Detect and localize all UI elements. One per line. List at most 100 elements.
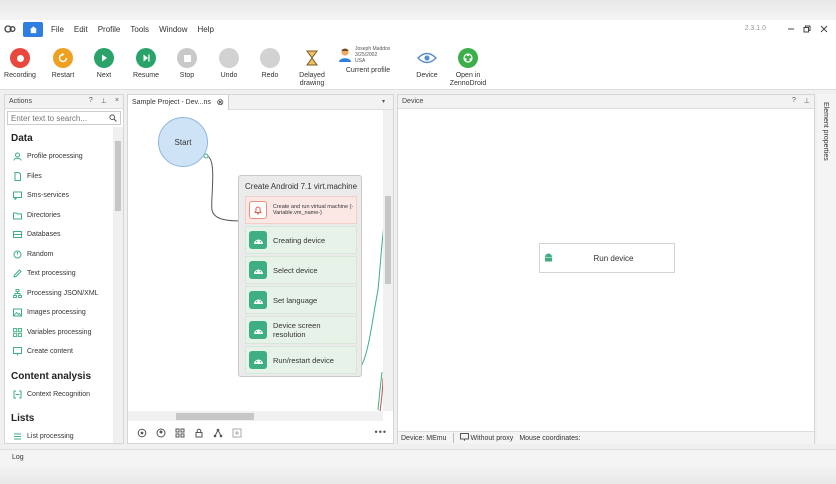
bell-icon — [249, 201, 267, 219]
minimize-icon — [788, 28, 794, 30]
search-icon[interactable] — [109, 114, 117, 124]
android-icon — [249, 261, 267, 279]
menu-tools[interactable]: Tools — [130, 25, 149, 34]
close-window-button[interactable] — [818, 23, 830, 35]
menu-file[interactable]: File — [51, 25, 64, 34]
restart-button[interactable]: Restart — [41, 48, 85, 80]
canvas-vertical-scrollbar[interactable] — [383, 110, 393, 411]
close-panel-icon[interactable]: × — [115, 97, 119, 105]
action-profile-processing[interactable]: Profile processing — [5, 147, 113, 167]
restore-button[interactable] — [801, 23, 813, 35]
action-context-recognition[interactable]: Context Recognition — [5, 385, 113, 405]
step-select-device[interactable]: Select device — [245, 256, 357, 284]
device-pin-icon[interactable]: ⊥ — [804, 97, 810, 105]
menu-window[interactable]: Window — [159, 25, 187, 34]
action-create-content[interactable]: Create content — [5, 342, 113, 362]
undo-button[interactable]: Undo — [207, 48, 251, 80]
add-block-icon[interactable] — [231, 428, 242, 439]
next-button[interactable]: Next — [82, 48, 126, 80]
stop-button[interactable]: Stop — [165, 48, 209, 80]
menu-help[interactable]: Help — [198, 25, 214, 34]
recording-button[interactable]: Recording — [0, 48, 42, 80]
redo-button[interactable]: Redo — [248, 48, 292, 80]
run-device-node[interactable]: Run device — [539, 243, 675, 273]
actions-scrollbar-thumb[interactable] — [115, 141, 121, 211]
log-bar[interactable]: Log — [0, 449, 836, 464]
action-random[interactable]: Random — [5, 245, 113, 265]
action-sms-services[interactable]: Sms-services — [5, 186, 113, 206]
next-label: Next — [96, 72, 112, 79]
close-tab-icon[interactable]: ⊗ — [216, 97, 224, 108]
group-title: Create Android 7.1 virt.machine — [245, 181, 358, 191]
device-status-bar: Device: MEmu Without proxy Mouse coordin… — [398, 431, 814, 444]
category-lists[interactable]: Lists — [5, 404, 113, 427]
step-creating-device[interactable]: Creating device — [245, 226, 357, 254]
lock-icon[interactable] — [193, 428, 204, 439]
actions-scrollbar[interactable] — [113, 127, 123, 443]
more-options-icon[interactable]: ••• — [375, 427, 387, 437]
target-icon[interactable] — [136, 428, 147, 439]
step-create-run-vm[interactable]: Create and run virtual machine {-Variabl… — [245, 196, 357, 224]
zennodroid-icon — [458, 48, 478, 68]
start-label: Start — [174, 137, 192, 147]
device-title: Device — [402, 98, 424, 105]
resume-button[interactable]: Resume — [124, 48, 168, 80]
category-data[interactable]: Data — [5, 127, 113, 147]
step-screen-resolution[interactable]: Device screen resolution — [245, 316, 357, 344]
open-zennodroid-label: Open in ZennoDroid — [449, 72, 487, 87]
action-text-processing[interactable]: Text processing — [5, 264, 113, 284]
menu-profile[interactable]: Profile — [98, 25, 121, 34]
open-zennodroid-button[interactable]: Open in ZennoDroid — [446, 48, 490, 88]
canvas-vscroll-thumb[interactable] — [385, 196, 391, 284]
minimize-button[interactable] — [785, 23, 797, 35]
canvas-horizontal-scrollbar[interactable] — [128, 411, 383, 421]
tab-sample-project[interactable]: Sample Project - Dev...ns ⊗ — [128, 95, 229, 110]
tab-label: Sample Project - Dev...ns — [132, 99, 211, 106]
device-help-icon[interactable]: ? — [792, 97, 796, 105]
action-variables-processing[interactable]: Variables processing — [5, 323, 113, 343]
step-set-language[interactable]: Set language — [245, 286, 357, 314]
folder-icon — [12, 210, 22, 220]
element-properties-strip[interactable]: Element properties — [817, 94, 836, 444]
person-icon — [12, 152, 22, 162]
current-profile-button[interactable]: Joseph Maddox 3/25/2002 USA Current prof… — [338, 46, 402, 75]
pin-icon[interactable]: ⊥ — [101, 97, 107, 105]
start-node[interactable]: Start — [158, 117, 208, 167]
record-icon — [10, 48, 30, 68]
actions-search-input[interactable] — [11, 113, 111, 123]
action-directories[interactable]: Directories — [5, 206, 113, 226]
user-circle-icon[interactable] — [155, 428, 166, 439]
actions-search[interactable] — [7, 111, 121, 125]
blurred-bottom-edge — [0, 464, 836, 484]
pencil-icon — [12, 269, 22, 279]
hierarchy-icon[interactable] — [212, 428, 223, 439]
action-list-processing[interactable]: List processing — [5, 427, 113, 443]
monitor-icon — [459, 433, 469, 443]
device-button[interactable]: Device — [405, 48, 449, 80]
action-databases[interactable]: Databases — [5, 225, 113, 245]
home-icon — [29, 25, 37, 33]
home-button[interactable] — [23, 21, 43, 37]
step-run-restart-device[interactable]: Run/restart device — [245, 346, 357, 374]
image-icon — [12, 308, 22, 318]
menu-bar: File Edit Profile Tools Window Help 2.3.… — [0, 20, 836, 38]
actions-panel: Actions ? ⊥ × Data Profile processing Fi… — [4, 94, 124, 444]
stop-label: Stop — [179, 72, 195, 79]
help-icon[interactable]: ? — [89, 97, 93, 105]
category-content-analysis[interactable]: Content analysis — [5, 362, 113, 385]
profile-avatar-icon — [339, 48, 351, 62]
action-images-processing[interactable]: Images processing — [5, 303, 113, 323]
menu-edit[interactable]: Edit — [74, 25, 88, 34]
toolbar: Recording Restart Next Resume Stop Undo … — [0, 38, 836, 90]
tree-icon — [12, 288, 22, 298]
action-group[interactable]: Create Android 7.1 virt.machine Create a… — [238, 175, 362, 377]
action-processing-json-xml[interactable]: Processing JSON/XML — [5, 284, 113, 304]
canvas-hscroll-thumb[interactable] — [176, 413, 254, 420]
delayed-drawing-button[interactable]: Delayed drawing — [290, 48, 334, 88]
status-proxy[interactable]: Without proxy — [471, 435, 514, 442]
status-device: Device: MEmu — [401, 434, 447, 442]
action-files[interactable]: Files — [5, 167, 113, 187]
restart-label: Restart — [51, 72, 75, 79]
grid-view-icon[interactable] — [174, 428, 185, 439]
tab-dropdown-icon[interactable]: ▾ — [382, 98, 385, 105]
